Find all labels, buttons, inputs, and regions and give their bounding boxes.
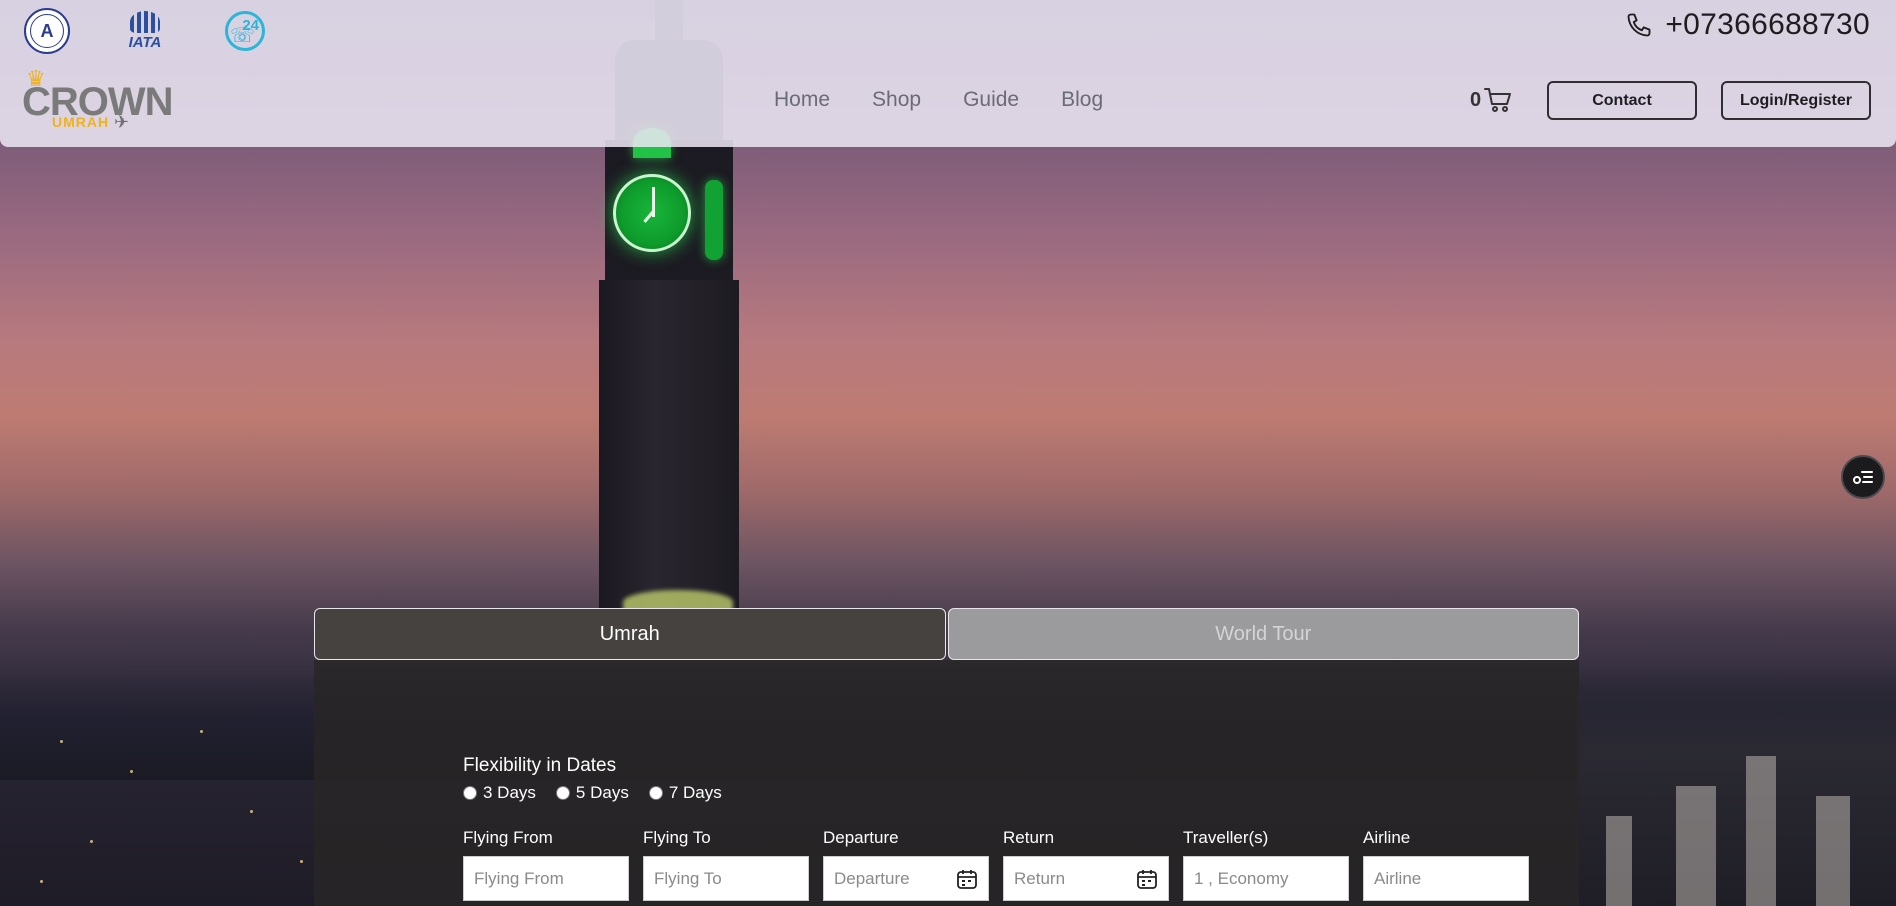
contact-button[interactable]: Contact xyxy=(1547,81,1697,120)
airline-field: Airline xyxy=(1363,828,1529,901)
atol-badge-icon: A xyxy=(24,8,70,54)
tab-world-tour[interactable]: World Tour xyxy=(947,608,1579,660)
phone-icon xyxy=(1627,13,1651,37)
departure-field: Departure xyxy=(823,828,989,901)
calendar-icon[interactable] xyxy=(956,868,978,890)
skyline xyxy=(1576,666,1896,906)
flying-to-input[interactable] xyxy=(654,857,808,900)
nav-home[interactable]: Home xyxy=(774,88,830,112)
return-field: Return xyxy=(1003,828,1169,901)
phone-contact[interactable]: +07366688730 xyxy=(1625,8,1870,42)
flex-3-days[interactable]: 3 Days xyxy=(463,783,536,803)
filter-icon xyxy=(1853,471,1873,484)
cart-count: 0 xyxy=(1470,88,1482,111)
cart-icon xyxy=(1484,88,1512,112)
flying-from-input[interactable] xyxy=(474,857,628,900)
main-nav: Home Shop Guide Blog xyxy=(774,88,1103,112)
radio-icon[interactable] xyxy=(648,786,663,800)
support-24-icon: 24 xyxy=(222,8,268,54)
nav-blog[interactable]: Blog xyxy=(1061,88,1103,112)
nav-shop[interactable]: Shop xyxy=(872,88,921,112)
plane-icon: ✈ xyxy=(114,112,130,132)
iata-badge-icon: IATA xyxy=(122,8,168,54)
filter-toggle-button[interactable] xyxy=(1841,455,1885,499)
nav-guide[interactable]: Guide xyxy=(963,88,1019,112)
flying-to-field: Flying To xyxy=(643,828,809,901)
calendar-icon[interactable] xyxy=(1136,868,1158,890)
radio-icon[interactable] xyxy=(463,786,477,800)
site-header: A IATA 24 ♛ CROWN UMRAH ✈ Home Shop Guid… xyxy=(0,0,1896,147)
flying-from-field: Flying From xyxy=(463,828,629,901)
airline-input[interactable] xyxy=(1374,857,1528,900)
flex-7-days[interactable]: 7 Days xyxy=(648,783,722,803)
flexibility-options: 3 Days 5 Days 7 Days xyxy=(463,783,722,803)
travellers-field: Traveller(s) xyxy=(1183,828,1349,901)
travellers-input[interactable] xyxy=(1194,857,1348,900)
radio-icon[interactable] xyxy=(555,786,570,800)
tab-umrah[interactable]: Umrah xyxy=(314,608,946,660)
flexibility-title: Flexibility in Dates xyxy=(463,755,617,776)
crown-umrah-logo[interactable]: ♛ CROWN UMRAH ✈ xyxy=(22,68,174,134)
search-tabs: Umrah World Tour xyxy=(314,608,1579,660)
flex-5-days[interactable]: 5 Days xyxy=(555,783,629,803)
login-register-button[interactable]: Login/Register xyxy=(1721,81,1871,120)
cart[interactable]: 0 xyxy=(1470,86,1513,114)
